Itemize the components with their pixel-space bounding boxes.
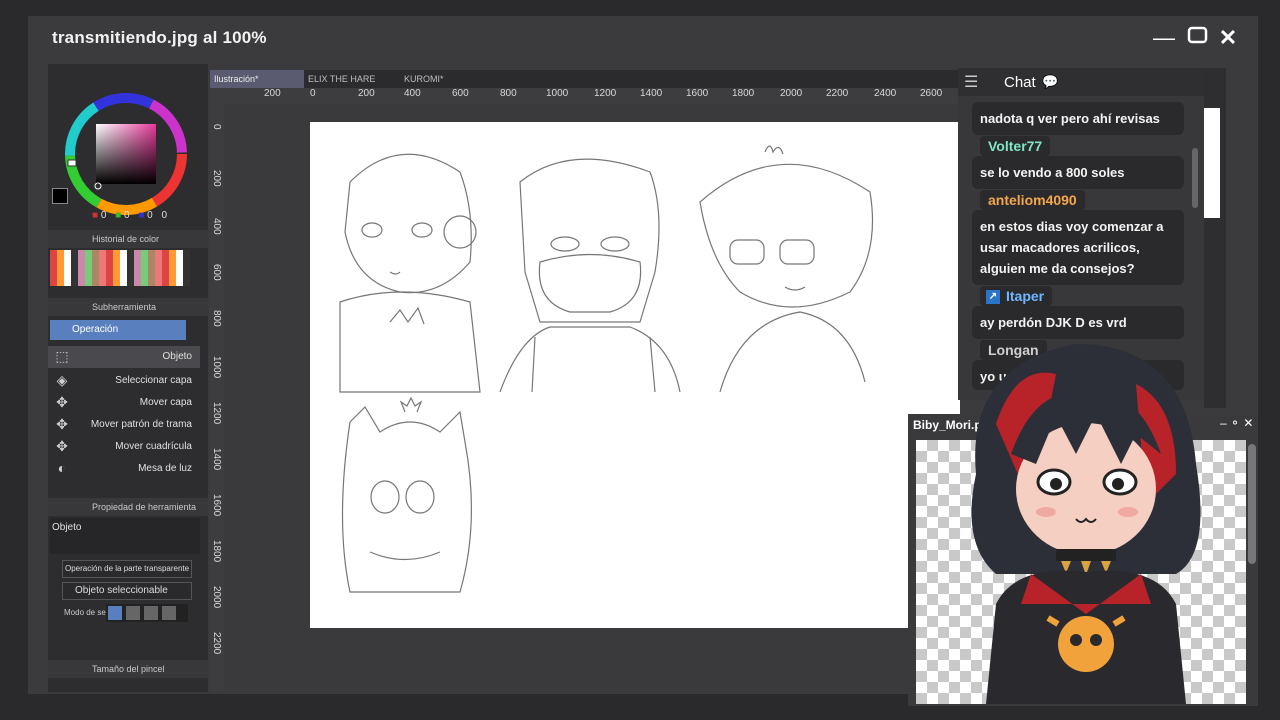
subtool-group-operation[interactable]: Operación <box>50 320 186 340</box>
tool-move-tone[interactable]: ✥ Mover patrón de trama <box>48 414 200 436</box>
document-tabs: Ilustración* ELIX THE HARE KUROMI* <box>210 70 958 88</box>
color-history-header[interactable]: Historial de color <box>48 230 208 248</box>
chat-username-3[interactable]: ↗ Itaper <box>980 286 1053 306</box>
lightbox-icon: ◐ <box>57 460 67 476</box>
brush-size-header[interactable]: Tamaño del pincel <box>48 660 208 678</box>
chat-message-1: se lo vendo a 800 soles <box>972 156 1184 189</box>
tab-kuromi[interactable]: KUROMI* <box>400 70 488 88</box>
tool-lightbox[interactable]: ◐ Mesa de luz <box>48 458 200 480</box>
tool-move-grid[interactable]: ✥ Mover cuadrícula <box>48 436 200 458</box>
move-icon: ✥ <box>56 416 68 432</box>
drawing-paper[interactable] <box>310 122 960 628</box>
selectable-object-dropdown[interactable]: Objeto seleccionable <box>62 582 192 600</box>
color-history-swatches[interactable] <box>50 250 190 286</box>
window-title: transmitiendo.jpg al 100% <box>52 28 267 47</box>
mode-buttons[interactable] <box>106 604 188 622</box>
menu-icon[interactable]: ☰ <box>964 72 978 92</box>
chat-header: ☰ Chat 💬 <box>958 68 1204 96</box>
chat-scrollbar[interactable] <box>1192 148 1198 208</box>
layer-select-icon: ◈ <box>56 372 68 388</box>
color-values: ■ 0 ■ 0 ■ 0 0 <box>92 210 168 221</box>
minimize-button[interactable]: — <box>1150 24 1178 52</box>
vertical-ruler: 0 200 400 600 800 1000 1200 1400 1600 18… <box>210 104 224 692</box>
tab-elix[interactable]: ELIX THE HARE <box>304 70 400 88</box>
chat-username-1[interactable]: Volter77 <box>980 136 1051 156</box>
chat-username-2[interactable]: anteliom4090 <box>980 190 1085 210</box>
vtuber-scrollbar[interactable] <box>1248 444 1256 564</box>
vtuber-avatar <box>971 344 1201 704</box>
move-icon: ✥ <box>56 394 68 410</box>
sketch-boy-mask <box>499 158 681 393</box>
verified-icon: ↗ <box>986 290 1000 304</box>
move-icon: ✥ <box>56 438 68 454</box>
sketch-hedgehog-girl <box>341 396 472 593</box>
color-wheel[interactable] <box>56 84 196 224</box>
speech-bubble-icon: 💬 <box>1042 74 1059 89</box>
sketch-boy-glasses <box>699 145 874 393</box>
tool-select-layer[interactable]: ◈ Seleccionar capa <box>48 370 200 392</box>
title-bar: transmitiendo.jpg al 100% — ✕ <box>28 16 1258 60</box>
tool-object[interactable]: ⬚ Objeto <box>48 346 200 368</box>
close-button[interactable]: ✕ <box>1214 24 1242 52</box>
canvas-area: Ilustración* ELIX THE HARE KUROMI* 200 0… <box>210 64 960 692</box>
chat-title: Chat <box>1004 74 1036 91</box>
transparent-part-dropdown[interactable]: Operación de la parte transparente <box>62 560 192 578</box>
navigator-preview <box>1204 108 1220 218</box>
maximize-icon <box>1187 26 1208 44</box>
sketches <box>339 145 874 593</box>
sketch-girl-headphones <box>339 153 481 393</box>
horizontal-ruler: 200 0 200 400 600 800 1000 1200 1400 160… <box>210 88 958 104</box>
chat-message-2: en estos dias voy comenzar a usar macado… <box>972 210 1184 285</box>
main-window: transmitiendo.jpg al 100% — ✕ ■ 0 ■ 0 ■ … <box>28 16 1258 706</box>
tool-move-layer[interactable]: ✥ Mover capa <box>48 392 200 414</box>
subtool-header[interactable]: Subherramienta <box>48 298 208 316</box>
mode-label: Modo de se <box>64 608 106 617</box>
tool-property-name-box: Objeto <box>50 518 200 554</box>
vtuber-window: Biby_Mori.p – ⚬ ✕ <box>908 344 1258 706</box>
tool-property-header[interactable]: Propiedad de herramienta <box>48 498 208 516</box>
tab-ilustracion[interactable]: Ilustración* <box>210 70 304 88</box>
chat-message-0: nadota q ver pero ahí revisas <box>972 102 1184 135</box>
maximize-button[interactable] <box>1184 24 1212 52</box>
object-select-icon: ⬚ <box>55 348 69 364</box>
primary-color-swatch[interactable] <box>52 188 68 204</box>
left-tool-panel: ■ 0 ■ 0 ■ 0 0 Historial de color Subherr… <box>48 64 208 692</box>
